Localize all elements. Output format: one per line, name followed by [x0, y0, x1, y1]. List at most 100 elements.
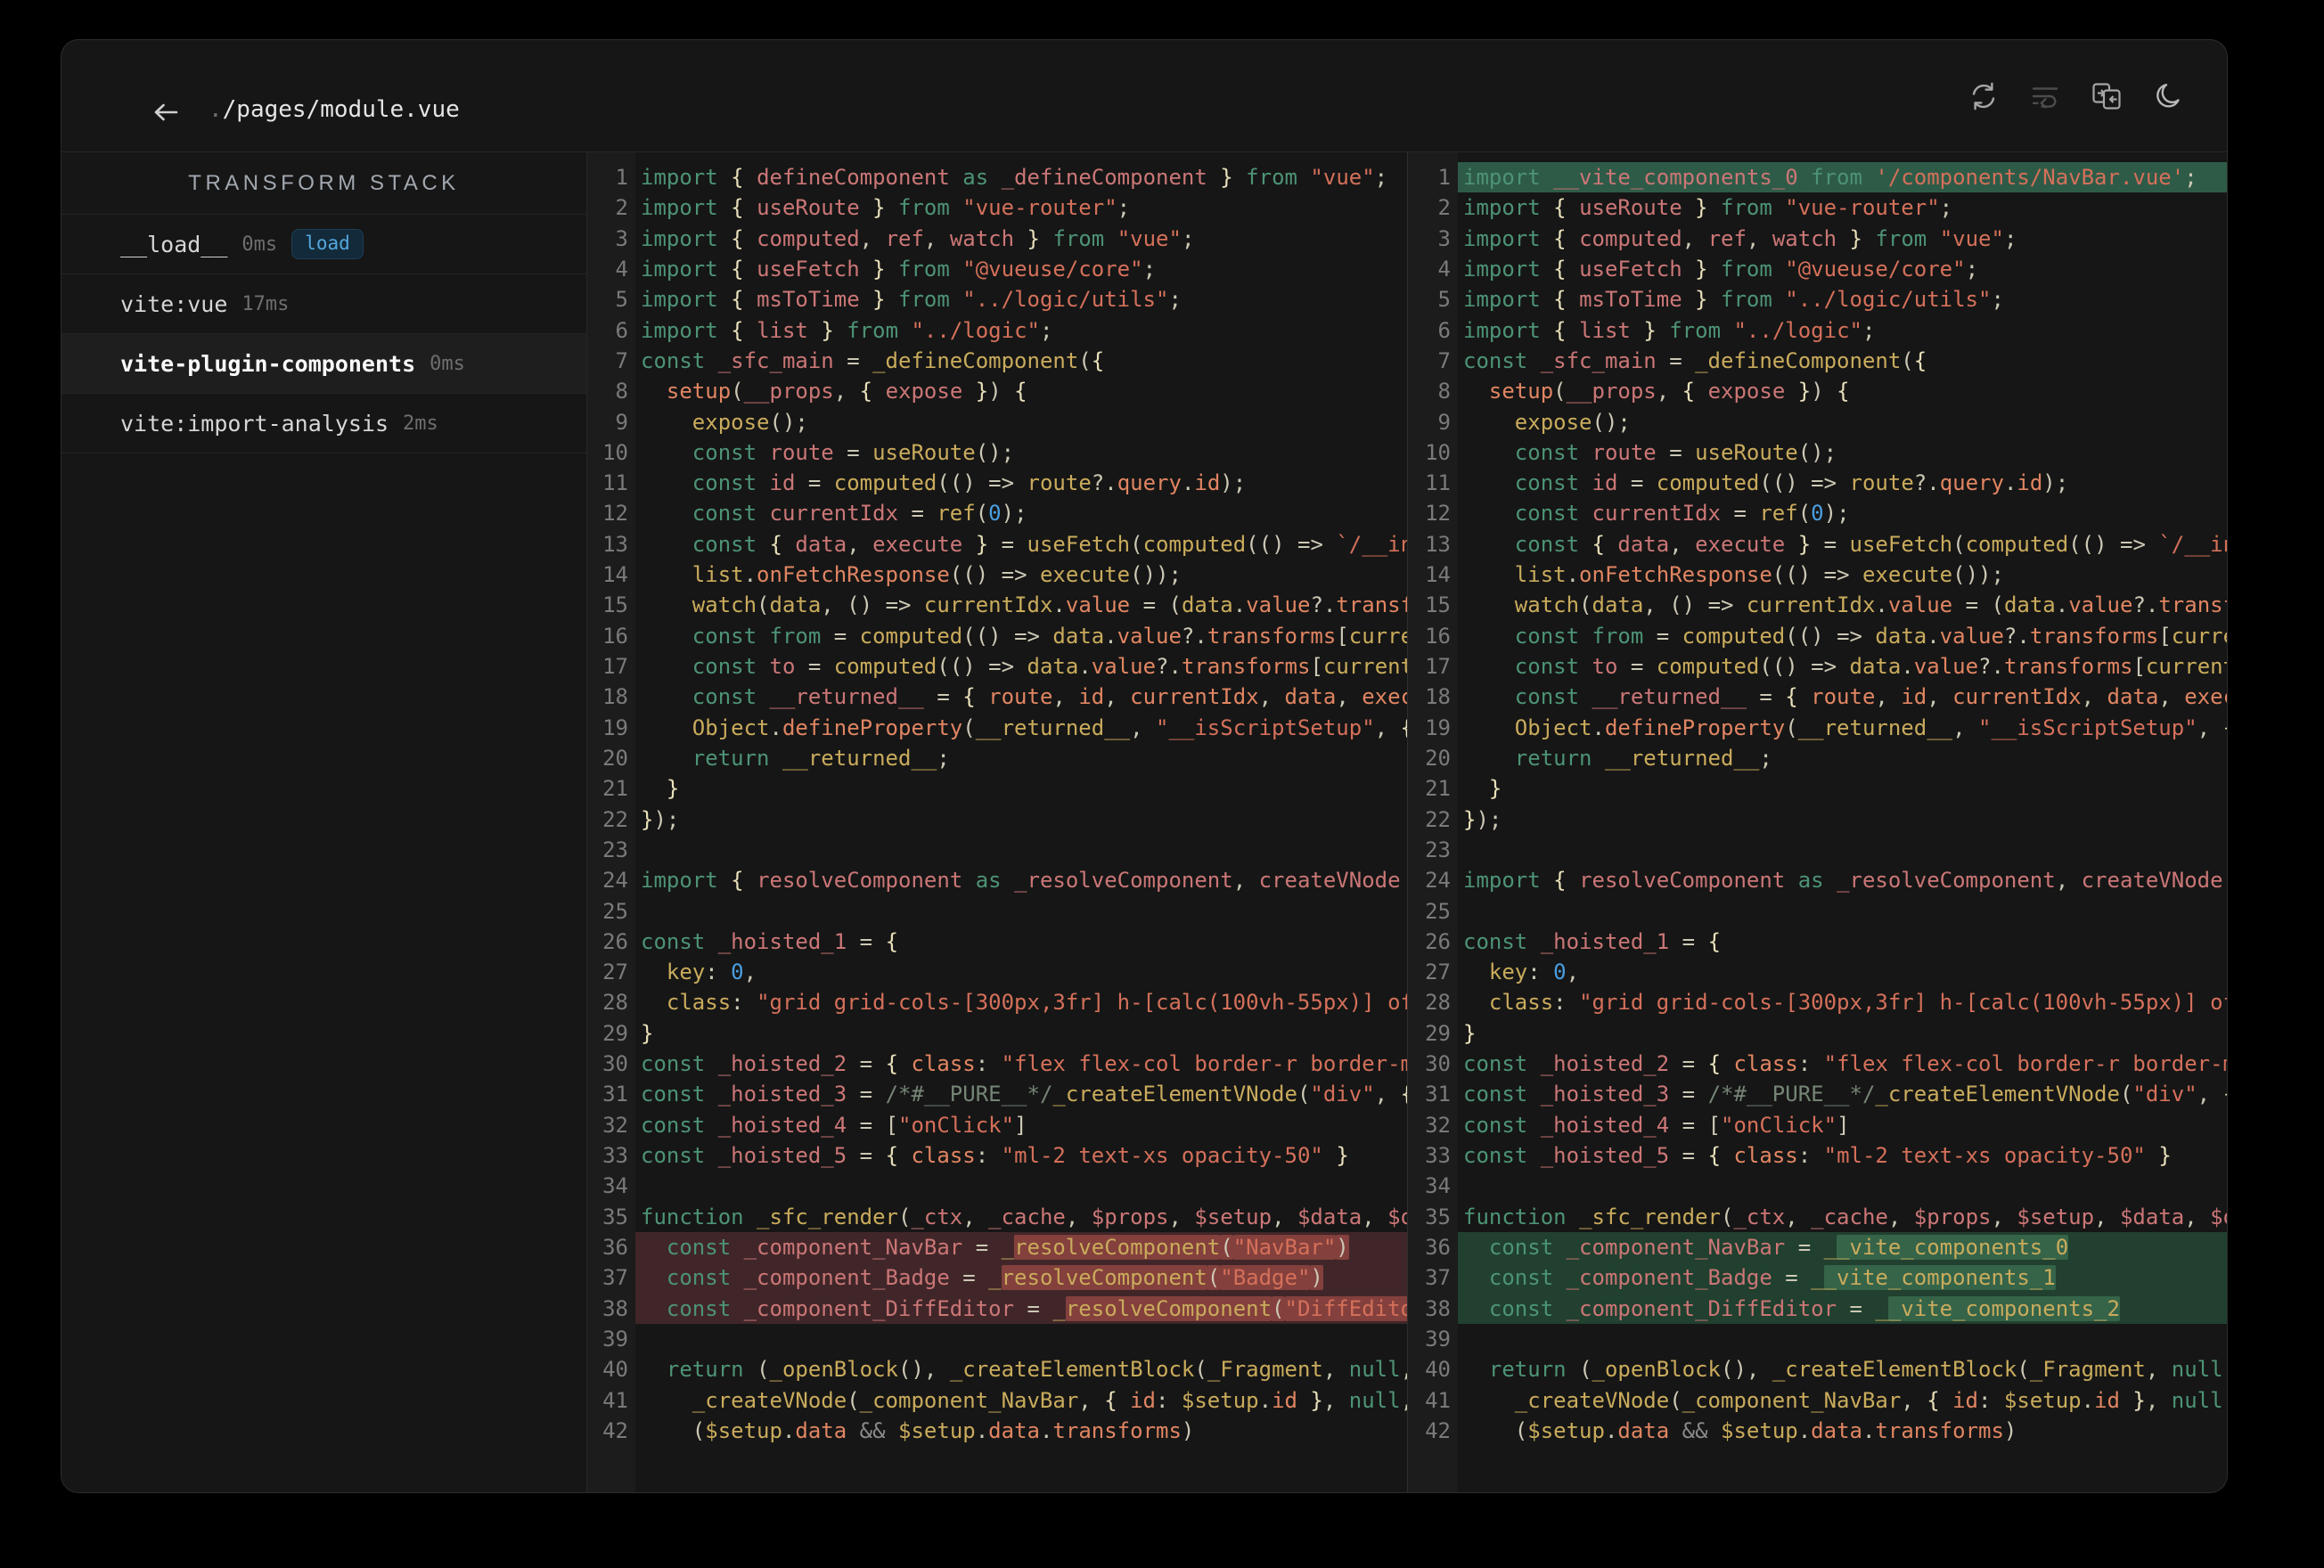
module-path-title: ./pages/module.vue: [209, 96, 460, 123]
line-number: 23: [1425, 837, 1451, 862]
code-line: ($setup.data && $setup.data.transforms): [1514, 1417, 2017, 1443]
sidebar-item-vite-import-analysis[interactable]: vite:import-analysis 2ms: [61, 394, 586, 453]
line-number: 30: [1425, 1051, 1451, 1077]
line-number: 15: [1425, 592, 1451, 618]
code-line: class: "grid grid-cols-[300px,3fr] h-[ca…: [666, 990, 1407, 1016]
code-line: import { list } from "../logic";: [1463, 317, 1876, 343]
code-line: key: 0,: [1488, 960, 1580, 985]
line-number: 7: [615, 347, 628, 373]
line-number: 5: [615, 287, 628, 313]
line-number: 35: [1425, 1204, 1451, 1229]
code-line: const _hoisted_4 = ["onClick"]: [1463, 1112, 1850, 1138]
line-number: 27: [1425, 960, 1451, 985]
code-line: const to = computed(() => data.value?.tr…: [691, 654, 1407, 679]
line-number: 36: [1425, 1234, 1451, 1260]
code-line: class: "grid grid-cols-[300px,3fr] h-[ca…: [1488, 990, 2227, 1016]
diff-toggle-icon[interactable]: [2091, 80, 2123, 112]
line-number: 5: [1437, 287, 1451, 313]
back-button[interactable]: [149, 95, 183, 129]
line-number: 9: [615, 409, 628, 435]
arrow-left-icon: [154, 103, 178, 121]
code-line: ($setup.data && $setup.data.transforms): [691, 1417, 1195, 1443]
line-number: 30: [602, 1051, 628, 1077]
line-number: 38: [1425, 1295, 1451, 1321]
line-number: 31: [1425, 1082, 1451, 1107]
code-line: return (_openBlock(), _createElementBloc…: [666, 1357, 1407, 1383]
line-number: 12: [1425, 501, 1451, 527]
code-line: const _hoisted_4 = ["onClick"]: [641, 1112, 1027, 1138]
code-line: const _hoisted_3 = /*#__PURE__*/_createE…: [1463, 1082, 2227, 1107]
line-number: 20: [1425, 745, 1451, 771]
line-number: 29: [602, 1020, 628, 1046]
code-line: const currentIdx = ref(0);: [1514, 501, 1850, 527]
line-number: 39: [1425, 1326, 1451, 1352]
line-number: 4: [615, 256, 628, 282]
code-line: const _component_NavBar = __vite_compone…: [1458, 1231, 2227, 1263]
refresh-icon[interactable]: [1968, 80, 2000, 112]
line-number: 8: [615, 379, 628, 404]
plugin-name: vite:import-analysis: [120, 410, 389, 437]
line-number: 10: [602, 439, 628, 465]
header-actions: [1968, 40, 2184, 152]
dark-mode-icon[interactable]: [2152, 80, 2184, 112]
code-line: const route = useRoute();: [1514, 439, 1837, 465]
line-number: 40: [602, 1357, 628, 1383]
code-line: import { resolveComponent as _resolveCom…: [1463, 868, 2223, 894]
line-number: 6: [1437, 317, 1451, 343]
line-number: 15: [602, 592, 628, 618]
line-number: 1: [1437, 165, 1451, 190]
header-bar: ./pages/module.vue: [61, 40, 2227, 152]
line-number: 18: [602, 684, 628, 710]
code-line: const from = computed(() => data.value?.…: [691, 623, 1407, 649]
code-before: import { defineComponent as _defineCompo…: [635, 152, 1407, 1492]
code-line: import { useFetch } from "@vueuse/core";: [1463, 256, 1979, 282]
line-number: 42: [602, 1417, 628, 1443]
code-line: watch(data, () => currentIdx.value = (da…: [691, 592, 1407, 618]
code-line: const to = computed(() => data.value?.tr…: [1514, 654, 2227, 679]
sidebar-item-vite-vue[interactable]: vite:vue 17ms: [61, 274, 586, 334]
line-number: 29: [1425, 1020, 1451, 1046]
code-line: _createVNode(_component_NavBar, { id: $s…: [691, 1387, 1407, 1413]
line-number: 19: [1425, 715, 1451, 740]
load-badge: load: [291, 229, 364, 259]
code-line: import { resolveComponent as _resolveCom…: [641, 868, 1401, 894]
sidebar-title: TRANSFORM STACK: [61, 152, 586, 215]
code-line: const _hoisted_1 = {: [641, 928, 899, 954]
line-number: 39: [602, 1326, 628, 1352]
code-line: function _sfc_render(_ctx, _cache, $prop…: [641, 1204, 1407, 1229]
code-line: const _component_Badge = __vite_componen…: [1458, 1262, 2227, 1294]
line-number: 13: [1425, 531, 1451, 557]
line-number: 11: [1425, 470, 1451, 496]
code-line: import { useFetch } from "@vueuse/core";: [641, 256, 1157, 282]
line-number: 2: [1437, 195, 1451, 221]
code-line: _createVNode(_component_NavBar, { id: $s…: [1514, 1387, 2227, 1413]
line-number: 36: [602, 1234, 628, 1260]
sidebar-item--load-[interactable]: __load__ 0ms load: [61, 215, 586, 274]
line-number: 31: [602, 1082, 628, 1107]
sidebar-items: __load__ 0ms load vite:vue 17ms vite-plugin-c…: [61, 215, 586, 453]
line-number-gutter-left: 1 2 3 4 5 6 7 8 9 10 11 12 13 14 15 16 17 18 19 20 21 22 23 24 2…: [587, 152, 635, 1492]
transform-stack-sidebar: TRANSFORM STACK __load__ 0ms load vite:vue 1…: [61, 152, 587, 1492]
code-after: import __vite_components_0 from '/compon…: [1458, 152, 2227, 1492]
code-line: expose();: [1514, 409, 1631, 435]
plugin-name: vite:vue: [120, 290, 228, 317]
code-line: import { list } from "../logic";: [641, 317, 1053, 343]
line-number: 32: [1425, 1112, 1451, 1138]
code-line: const currentIdx = ref(0);: [691, 501, 1027, 527]
line-number: 34: [602, 1173, 628, 1199]
code-line: const id = computed(() => route?.query.i…: [1514, 470, 2069, 496]
sidebar-item-vite-plugin-components[interactable]: vite-plugin-components 0ms: [61, 334, 586, 394]
code-line: list.onFetchResponse(() => execute());: [1514, 562, 2004, 588]
line-number: 18: [1425, 684, 1451, 710]
code-line: import { msToTime } from "../logic/utils…: [1463, 287, 2004, 313]
code-line: const _component_DiffEditor = _resolveCo…: [635, 1293, 1407, 1324]
code-line: import { defineComponent as _defineCompo…: [641, 165, 1388, 190]
code-line: import { msToTime } from "../logic/utils…: [641, 287, 1182, 313]
line-wrap-icon[interactable]: [2029, 80, 2061, 112]
code-line: list.onFetchResponse(() => execute());: [691, 562, 1182, 588]
code-line: const _hoisted_5 = { class: "ml-2 text-x…: [1463, 1143, 2172, 1168]
